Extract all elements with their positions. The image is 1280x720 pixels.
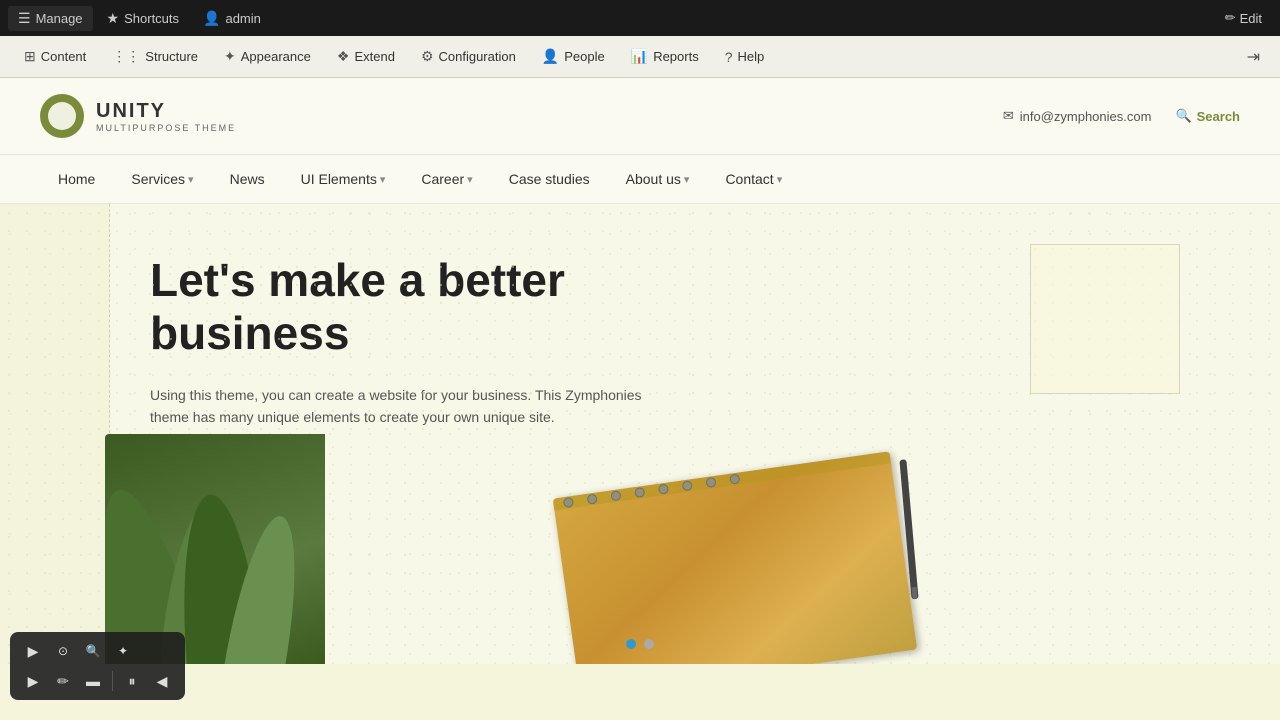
ring (729, 473, 740, 484)
nav-extend[interactable]: ❖ Extend (325, 42, 407, 71)
slider-dot-2[interactable] (644, 639, 654, 649)
content-icon: ⊞ (24, 48, 36, 65)
chevron-down-icon: ▾ (684, 173, 690, 186)
pause-button[interactable]: ⏸ (119, 668, 145, 694)
ring (563, 497, 574, 508)
select-tool-button[interactable]: ▶ (20, 638, 46, 664)
notebook-top (553, 451, 891, 510)
ring (610, 490, 621, 501)
reports-icon: 📊 (631, 48, 648, 65)
logo-subtitle: MULTIPURPOSE THEME (96, 123, 236, 134)
cms-navbar: ⊞ Content ⋮⋮ Structure ✦ Appearance ❖ Ex… (0, 36, 1280, 78)
slider-dots (626, 639, 654, 649)
plant-background (105, 434, 325, 664)
pencil-icon: ✏ (1225, 10, 1236, 26)
nav-help[interactable]: ? Help (713, 43, 777, 71)
bottom-toolbar: ▶ ⊙ 🔍 ✦ ▶ ✏ ▬ ⏸ ◀ (10, 632, 185, 700)
toolbar-separator (112, 671, 113, 691)
toolbar-row-1: ▶ ⊙ 🔍 ✦ (20, 638, 175, 664)
extend-icon: ❖ (337, 48, 350, 65)
email-icon: ✉ (1003, 108, 1014, 124)
pen (899, 459, 918, 599)
nav-reports[interactable]: 📊 Reports (619, 42, 711, 71)
zoom-fit-button[interactable]: ⊙ (50, 638, 76, 664)
edit-button[interactable]: ✏ Edit (1215, 6, 1272, 30)
toolbar-row-2: ▶ ✏ ▬ ⏸ ◀ (20, 668, 175, 694)
help-icon: ? (725, 49, 733, 65)
header-email: ✉ info@zymphonies.com (1003, 108, 1152, 124)
logo-circle-inner (48, 102, 76, 130)
site-logo[interactable]: UNITY MULTIPURPOSE THEME (40, 94, 236, 138)
menu-icon: ☰ (18, 10, 31, 27)
ring (682, 480, 693, 491)
pencil-tool-icon: ✏ (57, 673, 69, 690)
collapse-button[interactable]: ⇥ (1239, 43, 1268, 71)
nav-ui-elements[interactable]: UI Elements ▾ (283, 155, 404, 203)
nav-contact[interactable]: Contact ▾ (707, 155, 800, 203)
user-icon: 👤 (203, 10, 220, 27)
admin-user-button[interactable]: 👤 admin (193, 6, 271, 31)
zoom-in-icon: 🔍 (86, 644, 101, 658)
people-icon: 👤 (542, 48, 559, 65)
ring (658, 483, 669, 494)
zoom-in-button[interactable]: 🔍 (80, 638, 106, 664)
back-icon: ◀ (157, 673, 168, 690)
ring (634, 487, 645, 498)
search-icon: 🔍 (1175, 108, 1191, 124)
chevron-down-icon: ▾ (467, 173, 473, 186)
shortcuts-button[interactable]: ★ Shortcuts (97, 6, 189, 31)
nav-content[interactable]: ⊞ Content (12, 42, 98, 71)
structure-icon: ⋮⋮ (112, 48, 140, 65)
nav-services[interactable]: Services ▾ (113, 155, 211, 203)
chevron-down-icon: ▾ (188, 173, 194, 186)
nav-configuration[interactable]: ⚙ Configuration (409, 42, 528, 71)
nav-home[interactable]: Home (40, 155, 113, 203)
logo-title: UNITY (96, 99, 236, 123)
pause-icon: ⏸ (129, 673, 136, 690)
admin-toolbar: ☰ Manage ★ Shortcuts 👤 admin ✏ Edit (0, 0, 1280, 36)
plant-svg (105, 434, 325, 664)
zoom-out-icon: ✦ (118, 644, 128, 658)
zoom-fit-icon: ⊙ (58, 644, 68, 658)
pointer-tool-button[interactable]: ▶ (20, 668, 46, 694)
site-header-right: ✉ info@zymphonies.com 🔍 Search (1003, 108, 1240, 124)
draw-tool-button[interactable]: ✏ (50, 668, 76, 694)
nav-news[interactable]: News (212, 155, 283, 203)
logo-circle (40, 94, 84, 138)
ring (705, 477, 716, 488)
notebook (553, 451, 918, 664)
pointer-icon: ▶ (28, 673, 39, 690)
site-nav: Home Services ▾ News UI Elements ▾ Caree… (0, 155, 1280, 204)
eraser-icon: ▬ (86, 673, 100, 689)
logo-text: UNITY MULTIPURPOSE THEME (96, 99, 236, 134)
star-icon: ★ (107, 10, 120, 27)
chevron-down-icon: ▾ (777, 173, 783, 186)
header-search-button[interactable]: 🔍 Search (1175, 108, 1240, 124)
slider-dot-1[interactable] (626, 639, 636, 649)
nav-appearance[interactable]: ✦ Appearance (212, 42, 323, 71)
nav-about-us[interactable]: About us ▾ (608, 155, 708, 203)
site-header: UNITY MULTIPURPOSE THEME ✉ info@zymphoni… (0, 78, 1280, 155)
chevron-down-icon: ▾ (380, 173, 386, 186)
ring (587, 493, 598, 504)
hero-section: Let's make a betterbusiness Using this t… (0, 204, 1280, 664)
cms-navbar-right: ⇥ (1239, 43, 1268, 71)
back-button[interactable]: ◀ (149, 668, 175, 694)
appearance-icon: ✦ (224, 48, 236, 65)
pen-tip (912, 587, 918, 599)
nav-case-studies[interactable]: Case studies (491, 155, 608, 203)
zoom-out-button[interactable]: ✦ (110, 638, 136, 664)
cursor-icon: ▶ (28, 643, 39, 660)
configuration-icon: ⚙ (421, 48, 434, 65)
nav-structure[interactable]: ⋮⋮ Structure (100, 42, 210, 71)
hero-deco-box (1030, 244, 1180, 394)
manage-button[interactable]: ☰ Manage (8, 6, 93, 31)
nav-career[interactable]: Career ▾ (403, 155, 490, 203)
nav-people[interactable]: 👤 People (530, 42, 617, 71)
erase-tool-button[interactable]: ▬ (80, 668, 106, 694)
hero-image-area (105, 434, 985, 664)
